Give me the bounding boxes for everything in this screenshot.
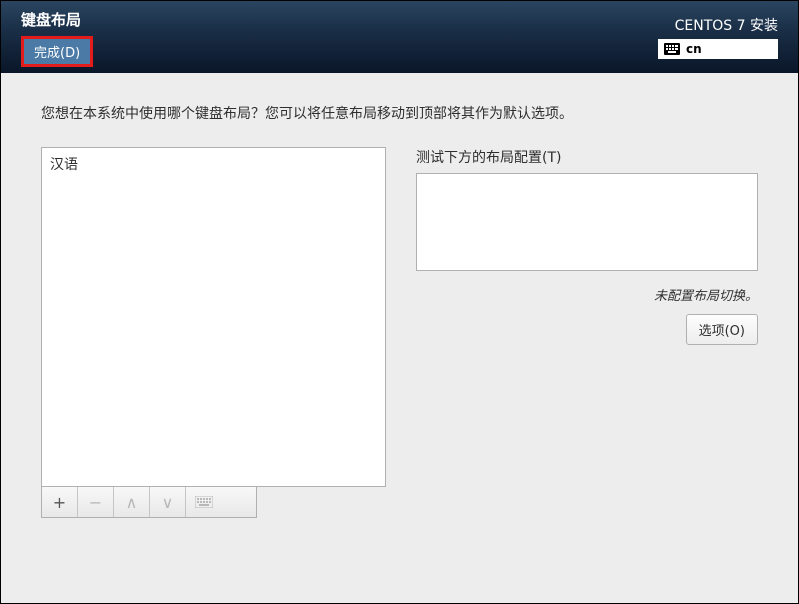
done-button[interactable]: 完成(D) — [21, 36, 93, 67]
layout-toolbar: + − ∧ ∨ — [41, 487, 257, 518]
options-button[interactable]: 选项(O) — [686, 314, 758, 345]
keyboard-layout-list[interactable]: 汉语 — [41, 147, 386, 487]
header-right: CENTOS 7 安装 cn — [658, 1, 778, 73]
instruction-text: 您想在本系统中使用哪个键盘布局？您可以将任意布局移动到顶部将其作为默认选项。 — [41, 103, 758, 123]
move-down-button[interactable]: ∨ — [150, 487, 186, 517]
preview-layout-button[interactable] — [186, 487, 222, 517]
keyboard-icon — [664, 43, 680, 55]
left-panel: 汉语 + − ∧ ∨ — [41, 147, 386, 518]
test-area-label: 测试下方的布局配置(T) — [416, 147, 758, 167]
remove-layout-button[interactable]: − — [78, 487, 114, 517]
test-input[interactable] — [416, 173, 758, 271]
header-left: 键盘布局 完成(D) — [21, 1, 93, 73]
move-up-button[interactable]: ∧ — [114, 487, 150, 517]
lang-code-label: cn — [686, 42, 702, 56]
page-title: 键盘布局 — [21, 9, 93, 30]
main-area: 汉语 + − ∧ ∨ — [41, 147, 758, 518]
content-area: 您想在本系统中使用哪个键盘布局？您可以将任意布局移动到顶部将其作为默认选项。 汉… — [1, 73, 798, 548]
right-panel: 测试下方的布局配置(T) 未配置布局切换。 选项(O) — [416, 147, 758, 518]
switch-status-text: 未配置布局切换。 — [416, 285, 758, 304]
add-layout-button[interactable]: + — [42, 487, 78, 517]
layout-item[interactable]: 汉语 — [50, 152, 377, 176]
installer-title: CENTOS 7 安装 — [675, 15, 778, 35]
options-row: 选项(O) — [416, 314, 758, 345]
keyboard-layout-indicator[interactable]: cn — [658, 39, 778, 59]
keyboard-icon — [195, 496, 213, 508]
header-bar: 键盘布局 完成(D) CENTOS 7 安装 cn — [1, 1, 798, 73]
